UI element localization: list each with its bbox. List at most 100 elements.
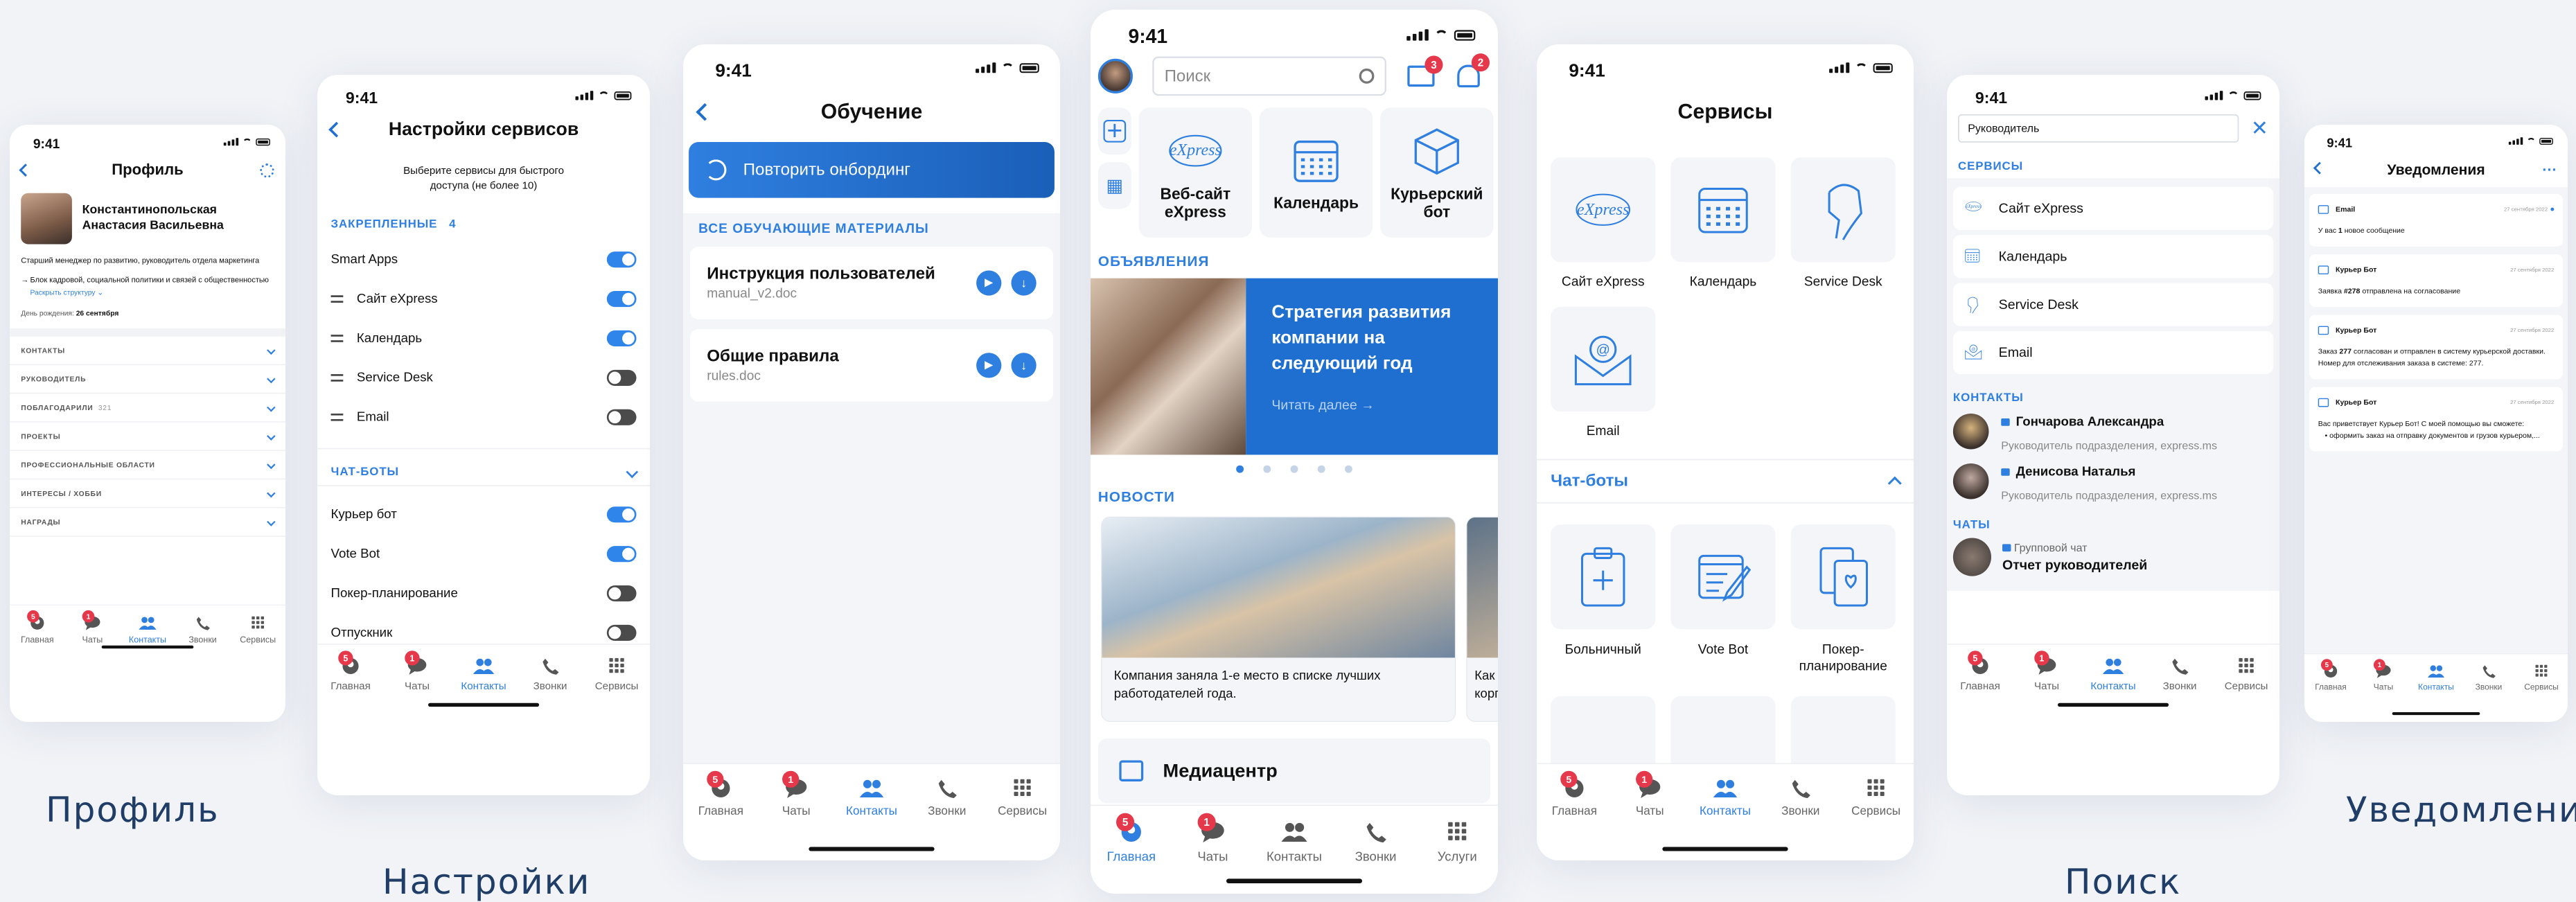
quick-tile-box[interactable]: Курьерский бот [1380,107,1494,238]
quick-tile-calendar[interactable]: Календарь [1259,107,1373,238]
avatar[interactable] [1097,58,1133,94]
service-email[interactable]: @ Email [1551,306,1656,439]
download-icon[interactable]: ↓ [1011,353,1036,378]
drag-handle-icon[interactable] [330,335,344,342]
read-more-link[interactable]: Читать далее → [1271,398,1472,414]
service-result[interactable]: @ Email [1952,330,2274,375]
tab-people[interactable]: Контакты [840,778,903,818]
repeat-onboarding-button[interactable]: Повторить онбординг [689,142,1055,198]
toggle[interactable] [606,585,637,602]
bots-section-header[interactable]: Чат-боты [1537,460,1914,504]
tab-people[interactable]: Контакты [2085,657,2141,693]
news-card[interactable]: Как все к корпора [1466,516,1498,722]
drag-handle-icon[interactable] [330,374,344,382]
tab-person[interactable]: 5 Главная [1097,813,1165,865]
tab-people[interactable]: Контакты [456,657,511,693]
tab-grid[interactable]: Сервисы [235,615,281,645]
tab-phone[interactable]: Звонки [2152,657,2207,693]
ads-banner[interactable]: Стратегия развития компании на следующий… [1091,278,1498,455]
download-icon[interactable]: ↓ [1011,270,1036,296]
play-icon[interactable]: ▶ [976,353,1002,378]
expand-structure-link[interactable]: Раскрыть структуру ⌄ [10,286,285,297]
service-result[interactable]: Календарь [1952,235,2274,278]
drag-handle-icon[interactable] [330,413,344,421]
tab-person[interactable]: 5 Главная [689,770,752,818]
service-result[interactable]: eXpress Сайт eXpress [1952,186,2274,231]
material-item[interactable]: Общие правила rules.doc ▶ ↓ [690,329,1053,402]
tab-person[interactable]: 5 Главная [2309,659,2352,692]
tab-bubble[interactable]: 1 Чаты [1179,813,1246,865]
service-result[interactable]: Service Desk [1952,283,2274,326]
profile-section[interactable]: ПРОФЕССИОНАЛЬНЫЕ ОБЛАСТИ [10,451,285,480]
tab-grid[interactable]: Сервисы [2218,657,2274,693]
bot-vote-bot[interactable]: Vote Bot [1670,524,1776,675]
tab-phone[interactable]: Звонки [522,657,578,693]
add-shortcut-button[interactable]: + [1097,107,1131,155]
search-input[interactable]: Руководитель [1958,114,2239,143]
contact-result[interactable]: Гончарова Александра Руководитель подразд… [1947,410,2279,460]
toggle[interactable] [606,369,637,386]
news-card[interactable]: Компания заняла 1-е место в списке лучши… [1101,516,1456,722]
contact-result[interactable]: Денисова Наталья Руководитель подразделен… [1947,460,2279,510]
media-center-link[interactable]: Медиацентр [1097,738,1491,804]
tab-people[interactable]: Контакты [2414,664,2458,692]
tab-people[interactable]: Контакты [125,615,170,645]
notification-card[interactable]: Курьер Бот 27 сентября 2022 Заявка #278 от… [2309,254,2563,308]
tab-bubble[interactable]: 1 Чаты [2019,651,2074,693]
back-icon[interactable] [2313,161,2326,175]
toggle[interactable] [606,330,637,347]
service-express-logo[interactable]: eXpress Сайт eXpress [1551,157,1656,290]
tab-phone[interactable]: Звонки [1342,821,1410,865]
avatar[interactable] [21,193,72,245]
tab-phone[interactable]: Звонки [1769,778,1832,818]
back-icon[interactable] [328,121,344,138]
toggle[interactable] [606,409,637,425]
quick-tile-logo[interactable]: eXpress Веб-сайт eXpress [1138,107,1253,238]
chevron-up-icon[interactable] [1887,476,1902,490]
tab-grid[interactable]: Сервисы [589,657,644,693]
close-icon[interactable]: ✕ [2251,118,2268,139]
bots-section-header[interactable]: ЧАТ-БОТЫ [317,450,650,486]
tab-grid[interactable]: Услуги [1423,821,1491,865]
play-icon[interactable]: ▶ [976,270,1002,296]
drag-handle-icon[interactable] [330,295,344,303]
search-input[interactable]: Поиск [1152,56,1386,96]
bot-sick-leave[interactable]: Больничный [1551,524,1656,675]
toggle[interactable] [606,506,637,523]
tab-phone[interactable]: Звонки [179,615,225,645]
chevron-down-icon[interactable] [626,466,639,479]
tab-bubble[interactable]: 1 Чаты [69,610,115,645]
tab-bubble[interactable]: 1 Чаты [389,651,445,693]
profile-section[interactable]: КОНТАКТЫ [10,337,285,366]
tab-people[interactable]: Контакты [1694,778,1757,818]
toggle[interactable] [606,546,637,563]
tab-phone[interactable]: Звонки [2467,664,2510,692]
tab-grid[interactable]: Сервисы [1844,778,1907,818]
material-item[interactable]: Инструкция пользователей manual_v2.doc ▶ ↓ [690,247,1053,319]
service-service-desk[interactable]: Service Desk [1790,157,1896,290]
bot-poker-cards[interactable]: Покер-планирование [1790,524,1896,675]
chat-result[interactable]: Групповой чат Отчет руководителей [1947,536,2279,578]
notification-card[interactable]: Email 27 сентября 2022 У вас 1 новое сообщ… [2309,193,2563,247]
profile-section[interactable]: РУКОВОДИТЕЛЬ [10,365,285,394]
toggle[interactable] [606,624,637,641]
bell-icon[interactable]: 2 [1457,53,1490,88]
profile-section[interactable]: НАГРАДЫ [10,508,285,537]
locked-toggle[interactable] [606,251,637,268]
tab-bubble[interactable]: 1 Чаты [2361,659,2405,692]
service-calendar[interactable]: Календарь [1670,157,1776,290]
profile-section[interactable]: ИНТЕРЕСЫ / ХОББИ [10,479,285,509]
tab-people[interactable]: Контакты [1260,821,1328,865]
notification-card[interactable]: Курьер Бот 27 сентября 2022 Заказ 277 согл… [2309,315,2563,380]
tab-bubble[interactable]: 1 Чаты [765,770,828,818]
profile-section[interactable]: ПОБЛАГОДАРИЛИ 321 [10,393,285,423]
tab-person[interactable]: 5 Главная [15,610,60,645]
tab-phone[interactable]: Звонки [915,778,978,818]
mail-icon[interactable]: 3 [1407,55,1443,87]
profile-section[interactable]: ПРОЕКТЫ [10,423,285,451]
more-icon[interactable]: ··· [2542,153,2557,187]
toggle[interactable] [606,291,637,308]
grid-shortcut-button[interactable]: ▦ [1097,161,1131,209]
tab-person[interactable]: 5 Главная [323,651,378,693]
back-icon[interactable] [19,163,33,177]
